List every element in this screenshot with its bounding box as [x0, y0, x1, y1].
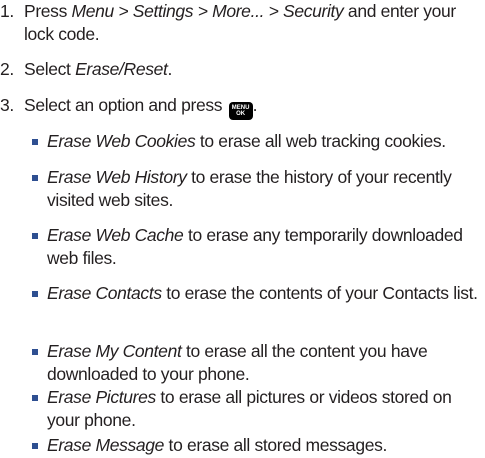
option-description: to erase all stored messages. — [164, 435, 388, 455]
step-1: 1. Press Menu > Settings > More... > Sec… — [0, 0, 480, 46]
step-number: 2. — [0, 59, 14, 79]
bullet-icon — [32, 291, 38, 297]
step-2: 2. Select Erase/Reset. — [0, 58, 480, 81]
step-text: Select an option and press MENU OK. — [24, 94, 480, 120]
step-number: 3. — [0, 95, 14, 115]
bullet-icon — [32, 139, 38, 145]
bullet-icon — [32, 443, 38, 449]
step-text: Press Menu > Settings > More... > Securi… — [24, 1, 456, 44]
option-description: to erase the contents of your Contacts l… — [161, 283, 478, 303]
menu-path: Menu > Settings > More... > Security — [71, 1, 344, 21]
option-name: Erase Web History — [47, 167, 187, 187]
bullet-icon — [32, 233, 38, 239]
option-name: Erase Contacts — [47, 283, 162, 303]
menu-ok-key-icon: MENU OK — [228, 102, 253, 120]
option-name: Erase Pictures — [47, 387, 156, 407]
step-number: 1. — [0, 1, 14, 21]
bullet-icon — [32, 395, 38, 401]
option-item: Erase Pictures to erase all pictures or … — [32, 386, 482, 432]
option-item: Erase Web History to erase the history o… — [32, 166, 482, 212]
option-name: Erase/Reset — [75, 59, 168, 79]
option-item: Erase Message to erase all stored messag… — [32, 434, 482, 457]
bullet-icon — [32, 349, 38, 355]
option-name: Erase Web Cache — [47, 225, 184, 245]
option-item: Erase Contacts to erase the contents of … — [32, 282, 482, 305]
option-description: to erase all web tracking cookies. — [195, 131, 446, 151]
option-name: Erase My Content — [47, 341, 182, 361]
option-item: Erase Web Cookies to erase all web track… — [32, 130, 482, 153]
option-item: Erase Web Cache to erase any temporarily… — [32, 224, 482, 270]
option-item: Erase My Content to erase all the conten… — [32, 340, 482, 386]
step-3: 3. Select an option and press MENU OK. — [0, 94, 480, 120]
bullet-icon — [32, 175, 38, 181]
option-name: Erase Message — [47, 435, 165, 455]
step-text: Select Erase/Reset. — [24, 59, 173, 79]
option-name: Erase Web Cookies — [47, 131, 196, 151]
